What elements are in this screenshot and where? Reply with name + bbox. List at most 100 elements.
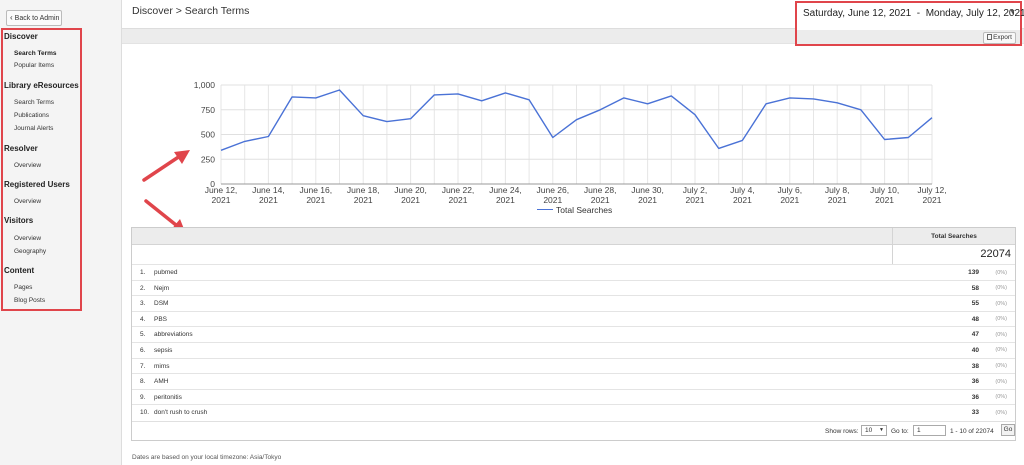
sidebar-item-discover-search-terms[interactable]: Search Terms	[14, 50, 57, 57]
row-count: 36	[971, 393, 979, 401]
export-button[interactable]: Export	[983, 32, 1016, 44]
go-to-page-input[interactable]: 1	[913, 425, 946, 436]
date-range-highlight-box: Saturday, June 12, 2021 - Monday, July 1…	[795, 1, 1024, 46]
chart-svg: 02505007501,000June 12,2021June 14,2021J…	[194, 80, 947, 205]
x-tick-label: 2021	[449, 195, 468, 205]
row-term: pubmed	[154, 269, 178, 276]
sidebar-item-popular-items[interactable]: Popular Items	[14, 62, 54, 69]
sidebar-item-registered-users-overview[interactable]: Overview	[14, 198, 41, 205]
table-row[interactable]: 10. don't rush to crush 33 (0%)	[132, 404, 1015, 420]
x-tick-label: July 4,	[730, 185, 755, 195]
row-rank: 1.	[140, 269, 146, 276]
x-tick-label: June 30,	[631, 185, 664, 195]
x-tick-label: July 12,	[917, 185, 946, 195]
sidebar-item-journal-alerts[interactable]: Journal Alerts	[14, 125, 53, 132]
row-count: 139	[968, 269, 979, 276]
row-term: peritonitis	[154, 393, 182, 401]
show-rows-label: Show rows:	[825, 428, 859, 435]
date-range-picker[interactable]: Saturday, June 12, 2021 - Monday, July 1…	[803, 8, 1024, 19]
total-searches-value: 22074	[980, 248, 1011, 260]
x-tick-label: June 22,	[442, 185, 475, 195]
x-tick-label: June 24,	[489, 185, 522, 195]
x-tick-label: 2021	[401, 195, 420, 205]
row-term: Nejm	[154, 284, 170, 292]
chevron-down-icon: ▼	[879, 427, 884, 433]
x-tick-label: June 20,	[394, 185, 427, 195]
table-row[interactable]: 3. DSM 55 (0%)	[132, 295, 1015, 311]
date-start: Saturday, June 12, 2021	[803, 8, 912, 19]
row-percent: (0%)	[995, 347, 1007, 354]
row-percent: (0%)	[995, 409, 1007, 416]
sidebar-item-geography[interactable]: Geography	[14, 248, 46, 255]
table-row[interactable]: 1. pubmed 139 (0%)	[132, 264, 1015, 280]
row-count: 33	[971, 409, 979, 417]
sidebar-item-publications[interactable]: Publications	[14, 112, 49, 119]
sidebar-item-blog-posts[interactable]: Blog Posts	[14, 297, 45, 304]
rows-per-page-select[interactable]: 10 ▼	[861, 425, 887, 436]
row-term: PBS	[154, 315, 168, 323]
row-percent: (0%)	[995, 378, 1007, 385]
row-percent: (0%)	[995, 363, 1007, 370]
table-row[interactable]: 4. PBS 48 (0%)	[132, 310, 1015, 327]
legend-swatch	[537, 208, 553, 210]
sidebar-item-resolver-overview[interactable]: Overview	[14, 162, 41, 169]
x-tick-label: July 2,	[683, 185, 708, 195]
x-tick-label: June 18,	[347, 185, 380, 195]
sidebar-section-visitors: Visitors	[4, 216, 34, 225]
table-row[interactable]: 9. peritonitis 36 (0%)	[132, 388, 1015, 405]
search-trend-chart: 0 250 500 750 1,000 June 12, 2021 June 14, 2021 J…	[122, 70, 1024, 220]
caret-down-icon[interactable]: ▼	[1009, 9, 1016, 16]
x-tick-label: 2021	[686, 195, 705, 205]
go-button[interactable]: Go	[1001, 424, 1015, 436]
x-tick-label: 2021	[354, 195, 373, 205]
rows-per-page-value: 10	[865, 427, 873, 434]
table-body: 1. pubmed 139 (0%) 2. Nejm 58 (0%) 3. DSM 55 (0%) 4.…	[132, 264, 1015, 420]
sidebar-section-content: Content	[4, 266, 35, 275]
row-percent: (0%)	[995, 394, 1007, 401]
row-term: don't rush to crush	[154, 409, 208, 417]
x-tick-label: 2021	[212, 195, 231, 205]
row-count: 55	[971, 300, 979, 308]
y-tick-label: 250	[201, 154, 215, 164]
table-row[interactable]: 2. Nejm 58 (0%)	[132, 279, 1015, 296]
document-icon	[987, 34, 993, 40]
x-tick-label: June 16,	[299, 185, 332, 195]
x-tick-label: 2021	[543, 195, 562, 205]
row-percent: (0%)	[995, 269, 1007, 276]
back-to-admin-button[interactable]: ‹ Back to Admin	[6, 10, 62, 26]
table-row[interactable]: 7. mims 38 (0%)	[132, 357, 1015, 374]
x-tick-label: July 8,	[825, 185, 850, 195]
x-tick-label: 2021	[259, 195, 278, 205]
sidebar-item-pages[interactable]: Pages	[14, 284, 32, 291]
x-tick-label: 2021	[828, 195, 847, 205]
row-term: sepsis	[154, 346, 173, 354]
sidebar-section-registered-users: Registered Users	[4, 180, 70, 189]
sidebar-item-eresources-search-terms[interactable]: Search Terms	[14, 99, 54, 106]
row-term: abbreviations	[154, 331, 193, 339]
row-term: DSM	[154, 300, 169, 308]
row-rank: 6.	[140, 346, 146, 354]
x-tick-label: 2021	[875, 195, 894, 205]
back-to-admin-label: Back to Admin	[14, 15, 60, 22]
sidebar-section-discover: Discover	[4, 32, 38, 41]
table-row[interactable]: 6. sepsis 40 (0%)	[132, 341, 1015, 358]
table-row[interactable]: 8. AMH 36 (0%)	[132, 373, 1015, 389]
row-term: AMH	[154, 378, 169, 386]
sidebar-section-resolver: Resolver	[4, 144, 38, 153]
row-rank: 2.	[140, 284, 146, 292]
row-percent: (0%)	[995, 331, 1007, 338]
x-tick-label: June 12,	[205, 185, 238, 195]
x-tick-label: 2021	[638, 195, 657, 205]
column-header-total-searches[interactable]: Total Searches	[893, 233, 1015, 240]
sidebar-item-visitors-overview[interactable]: Overview	[14, 235, 41, 242]
row-percent: (0%)	[995, 316, 1007, 323]
table-row[interactable]: 5. abbreviations 47 (0%)	[132, 326, 1015, 342]
row-count: 47	[971, 331, 979, 339]
x-tick-label: July 6,	[778, 185, 803, 195]
legend-label: Total Searches	[556, 205, 613, 215]
x-tick-label: 2021	[496, 195, 515, 205]
x-tick-label: June 14,	[252, 185, 285, 195]
date-separator: -	[916, 8, 921, 19]
table-header	[132, 228, 1015, 245]
table-pager: Show rows: 10 ▼ Go to: 1 1 - 10 of 22074 …	[132, 421, 1015, 441]
